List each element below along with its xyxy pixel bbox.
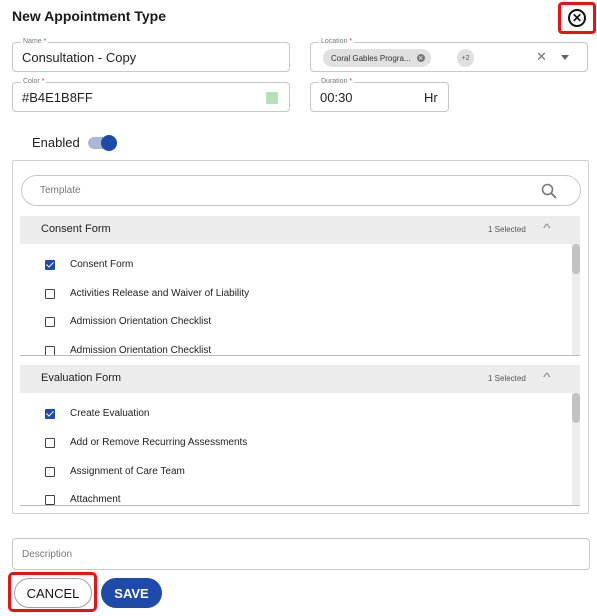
description-field[interactable]: Description — [12, 538, 590, 570]
checkbox[interactable] — [45, 288, 55, 299]
save-button[interactable]: SAVE — [101, 578, 162, 608]
list-item[interactable]: Activities Release and Waiver of Liabili… — [45, 288, 249, 299]
color-swatch[interactable] — [266, 92, 278, 104]
chevron-down-icon[interactable] — [561, 55, 569, 60]
checkbox[interactable] — [45, 437, 55, 448]
section-header[interactable]: Evaluation Form 1 Selected ^ — [20, 365, 580, 393]
checkbox[interactable] — [45, 259, 55, 270]
item-label: Consent Form — [70, 259, 134, 270]
item-label: Assignment of Care Team — [70, 466, 185, 477]
section-title: Consent Form — [41, 223, 111, 235]
section-title: Evaluation Form — [41, 372, 122, 384]
list-item[interactable]: Assignment of Care Team — [45, 466, 185, 477]
name-label: Name — [23, 38, 42, 45]
item-label: Admission Orientation Checklist — [70, 316, 212, 327]
color-label: Color — [23, 78, 40, 85]
section-selected-count: 1 Selected — [488, 374, 526, 383]
chevron-up-icon[interactable]: ^ — [543, 370, 550, 384]
template-search-placeholder: Template — [40, 185, 81, 196]
list-item[interactable]: Create Evaluation — [45, 408, 150, 419]
item-label: Add or Remove Recurring Assessments — [70, 437, 248, 448]
template-search-input[interactable]: Template — [21, 175, 581, 206]
duration-label: Duration — [321, 78, 348, 85]
clear-icon[interactable]: ✕ — [536, 49, 547, 65]
checkbox[interactable] — [45, 466, 55, 477]
item-label: Attachment — [70, 494, 121, 505]
list-item[interactable]: Consent Form — [45, 259, 133, 270]
location-field[interactable]: Location * Coral Gables Progra... ✕ +2 ✕ — [310, 37, 588, 72]
cancel-button[interactable]: CANCEL — [14, 578, 92, 608]
list-item[interactable]: Attachment — [45, 494, 121, 505]
checkbox[interactable] — [45, 494, 55, 505]
dialog-title: New Appointment Type — [12, 8, 166, 24]
list-item[interactable]: Admission Orientation Checklist — [45, 345, 212, 356]
evaluation-form-section: Evaluation Form 1 Selected ^ Create Eval… — [20, 365, 580, 506]
close-button[interactable]: ✕ — [558, 2, 596, 34]
checkbox[interactable] — [45, 316, 55, 327]
checkbox[interactable] — [45, 408, 55, 419]
location-chip-label: Coral Gables Progra... — [331, 53, 411, 63]
item-label: Admission Orientation Checklist — [70, 345, 212, 356]
duration-unit: Hr — [424, 90, 438, 105]
required-marker: * — [349, 78, 353, 85]
required-marker: * — [43, 38, 47, 45]
chip-remove-icon[interactable]: ✕ — [416, 54, 425, 62]
consent-form-section: Consent Form 1 Selected ^ Consent Form A… — [20, 216, 580, 356]
search-icon[interactable] — [540, 182, 558, 200]
enabled-label: Enabled — [32, 135, 80, 150]
required-marker: * — [41, 78, 45, 85]
color-field[interactable]: Color * #B4E1B8FF — [12, 77, 290, 112]
duration-field[interactable]: Duration * 00:30 Hr — [310, 77, 449, 112]
location-more-chip[interactable]: +2 — [457, 49, 474, 67]
item-label: Create Evaluation — [70, 408, 150, 419]
list-item[interactable]: Admission Orientation Checklist — [45, 316, 211, 327]
section-header[interactable]: Consent Form 1 Selected ^ — [20, 216, 580, 244]
scrollbar-thumb[interactable] — [572, 393, 580, 423]
color-value: #B4E1B8FF — [22, 90, 93, 105]
list-item[interactable]: Add or Remove Recurring Assessments — [45, 437, 247, 448]
enabled-toggle-knob[interactable] — [101, 135, 117, 151]
name-field[interactable]: Name * Consultation - Copy — [12, 37, 290, 72]
close-icon: ✕ — [568, 9, 586, 27]
location-chip[interactable]: Coral Gables Progra... ✕ — [323, 49, 431, 67]
name-value: Consultation - Copy — [22, 50, 137, 65]
checkbox[interactable] — [45, 345, 55, 355]
scrollbar-thumb[interactable] — [572, 244, 580, 274]
location-label: Location — [321, 38, 348, 45]
chevron-up-icon[interactable]: ^ — [543, 221, 550, 235]
required-marker: * — [349, 38, 353, 45]
duration-value: 00:30 — [320, 90, 353, 105]
section-selected-count: 1 Selected — [488, 225, 526, 234]
description-placeholder: Description — [22, 549, 73, 560]
item-label: Activities Release and Waiver of Liabili… — [70, 288, 250, 299]
